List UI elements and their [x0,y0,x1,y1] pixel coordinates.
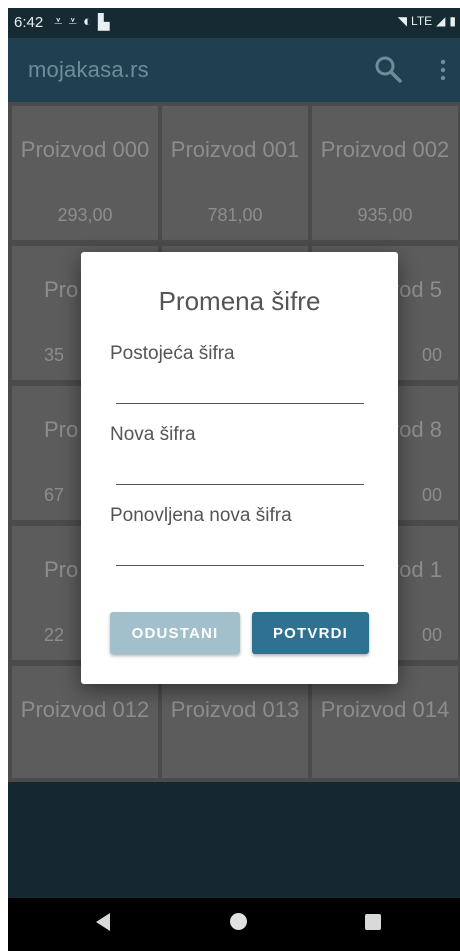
phone-screen: 6:42 ⩡ ⩡ ◐ ▙ ◥ LTE ◢ ▮ mojakasa.rs Proiz… [8,8,460,951]
product-tile[interactable]: Proizvod 000 293,00 [12,106,158,240]
bottom-panel [8,782,460,898]
signal-icon: ◢ [436,14,446,28]
recents-icon[interactable] [365,914,381,930]
product-name: Proizvod 012 [20,697,150,722]
product-name: Proizvod 013 [170,697,300,722]
app-bar: mojakasa.rs [8,38,460,102]
battery-icon: ▮ [449,14,456,28]
shield-icon: ◐ [82,13,92,30]
cancel-button[interactable]: ODUSTANI [110,612,240,654]
repeat-new-password-label: Ponovljena nova šifra [110,505,292,526]
more-vert-icon[interactable] [433,58,453,82]
product-tile[interactable]: Proizvod 002 935,00 [312,106,458,240]
product-name: Proizvod 002 [320,137,450,162]
notification-icons: ⩡ ⩡ ◐ ▙ [54,13,110,31]
download-done-icon: ⩡ [68,13,77,30]
repeat-new-password-input[interactable] [116,539,364,566]
confirm-button[interactable]: POTVRDI [252,612,369,654]
back-icon[interactable] [96,913,110,931]
status-time: 6:42 [14,14,44,31]
product-price: 781,00 [207,205,263,225]
change-password-dialog: Promena šifre Postojeća šifra Nova šifra… [81,252,398,684]
product-price: 293,00 [57,205,113,225]
download-done-icon: ⩡ [54,13,63,30]
product-name: Proizvod 014 [320,697,450,722]
product-name: Proizvod 001 [170,137,300,162]
home-icon[interactable] [230,913,247,930]
sd-card-icon: ▙ [98,14,110,31]
wifi-icon: ◥ [397,14,408,28]
dialog-title: Promena šifre [158,286,321,316]
navigation-bar [8,898,460,951]
system-icons: ◥ LTE ◢ ▮ [398,14,456,28]
new-password-label: Nova šifra [110,424,196,445]
search-icon[interactable] [373,54,403,84]
current-password-input[interactable] [116,377,364,404]
current-password-field: Postojeća šifra [110,343,364,404]
new-password-field: Nova šifra [110,424,364,485]
new-password-input[interactable] [116,458,364,485]
product-price: 935,00 [357,205,413,225]
current-password-label: Postojeća šifra [110,343,235,364]
repeat-new-password-field: Ponovljena nova šifra [110,505,364,566]
product-tile[interactable]: Proizvod 001 781,00 [162,106,308,240]
status-bar: 6:42 ⩡ ⩡ ◐ ▙ ◥ LTE ◢ ▮ [8,8,460,38]
app-title: mojakasa.rs [28,57,149,82]
product-name: Proizvod 000 [20,137,150,162]
network-label: LTE [411,14,433,28]
